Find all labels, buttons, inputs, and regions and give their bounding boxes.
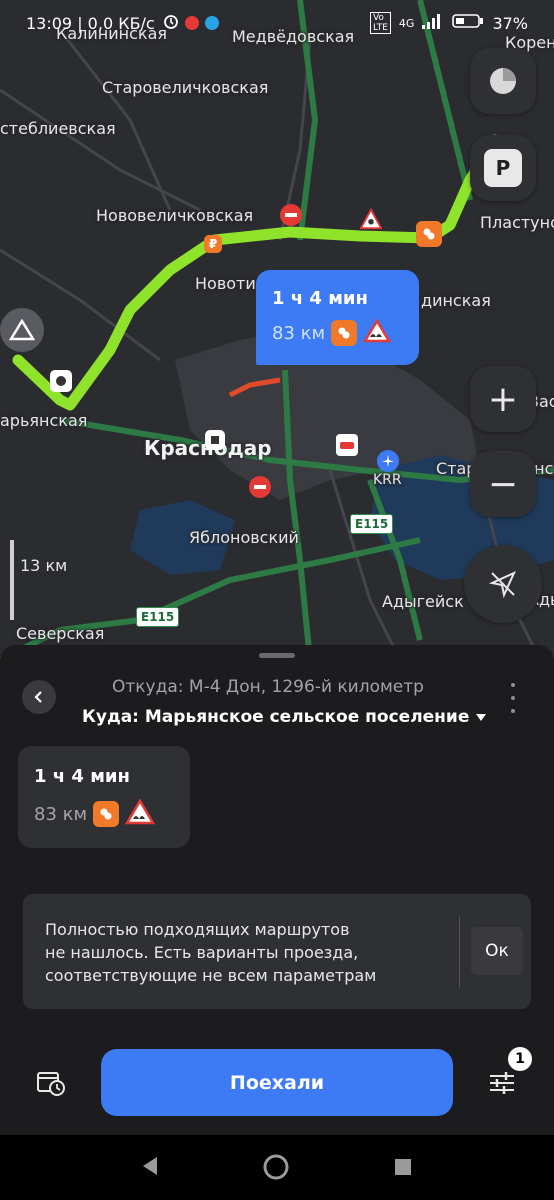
notice-line: Полностью подходящих маршрутов	[45, 920, 350, 939]
status-time: 13:09 | 0,0 КБ/с	[26, 13, 155, 33]
ok-button[interactable]: Ок	[471, 927, 523, 975]
road-bumps-icon	[124, 798, 156, 829]
no-entry-icon[interactable]	[249, 476, 271, 498]
status-bar: 13:09 | 0,0 КБ/с Vo LTE 4G 37%	[0, 0, 554, 46]
route-card-time: 1 ч 4 мин	[34, 766, 130, 787]
map-scale-label: 13 км	[20, 556, 68, 575]
network-type: 4G	[398, 16, 415, 30]
battery-percent: 37%	[492, 13, 528, 33]
system-nav-bar	[0, 1135, 554, 1200]
app-notification-icon	[184, 16, 199, 30]
route-from[interactable]: Откуда: М-4 Дон, 1296-й километр	[112, 677, 424, 697]
plus-icon: +	[487, 378, 519, 420]
map-scale-bar	[10, 540, 14, 620]
map-view[interactable]: Калининская Медвёдовская Старовеличковск…	[0, 0, 554, 660]
more-dot-icon	[511, 696, 515, 700]
notice-text: Полностью подходящих маршрутов не нашлос…	[45, 918, 465, 987]
sliders-icon	[490, 1072, 514, 1094]
camera-icon[interactable]	[50, 370, 72, 392]
calendar-clock-icon	[37, 1072, 65, 1096]
back-nav-icon[interactable]	[140, 1155, 160, 1181]
chevron-down-icon	[476, 714, 487, 721]
zoom-out-button[interactable]: −	[470, 451, 536, 517]
airport-icon[interactable]	[377, 450, 399, 472]
place-steblievskaya: стеблиевская	[0, 119, 116, 138]
telegram-icon	[204, 16, 219, 30]
accident-icon[interactable]	[336, 434, 358, 456]
place-novovelichkovskaya: Нововеличковская	[96, 206, 254, 225]
settings-count-badge: 1	[508, 1047, 532, 1071]
route-hazard-icon[interactable]	[416, 221, 442, 247]
layers-icon	[490, 68, 516, 94]
route-to-field[interactable]: Куда: Марьянское сельское поселение	[82, 707, 487, 727]
more-options-button[interactable]	[508, 683, 518, 713]
place-severskaya: Северская	[16, 624, 105, 643]
place-maryanskaya: арьянская	[0, 411, 88, 430]
recents-nav-icon[interactable]	[394, 1158, 412, 1180]
traffic-lights-icon	[331, 320, 358, 346]
no-entry-icon[interactable]	[280, 204, 302, 226]
gas-station-icon[interactable]	[205, 430, 225, 450]
route-card-distance: 83 км	[34, 803, 88, 825]
route-bubble[interactable]: 1 ч 4 мин 83 км	[256, 270, 419, 365]
place-adygeysk: Адыгейск	[382, 592, 464, 611]
place-novoti: Новоти	[195, 274, 256, 293]
place-yablonovsky: Яблоновский	[189, 528, 299, 547]
place-dinskaya: динская	[421, 291, 491, 310]
departure-time-button[interactable]	[36, 1069, 66, 1101]
parking-button[interactable]: P	[470, 135, 536, 201]
location-off-icon	[488, 570, 517, 599]
toll-icon[interactable]: ₽	[204, 235, 222, 253]
chevron-left-icon	[34, 691, 42, 703]
traffic-lights-icon	[93, 801, 120, 827]
no-matching-routes-notice: Полностью подходящих маршрутов не нашлос…	[23, 894, 531, 1009]
road-label-e115: E115	[350, 514, 394, 534]
notice-divider	[459, 916, 460, 988]
place-krr: KRR	[373, 472, 402, 488]
route-bubble-distance: 83 км	[272, 322, 326, 344]
layers-button[interactable]	[470, 48, 536, 114]
route-to: Куда: Марьянское сельское поселение	[82, 707, 470, 727]
battery-icon	[452, 13, 484, 33]
location-button[interactable]	[464, 545, 542, 623]
minus-icon: −	[487, 463, 519, 505]
signal-icon	[422, 13, 444, 33]
go-button[interactable]: Поехали	[101, 1049, 453, 1116]
warning-marker-icon[interactable]	[0, 308, 44, 352]
place-plastuno: Пластуно	[480, 213, 554, 232]
back-button[interactable]	[22, 680, 56, 714]
route-bubble-time: 1 ч 4 мин	[272, 288, 368, 309]
home-nav-icon[interactable]	[263, 1154, 289, 1184]
volte-icon: Vo LTE	[369, 12, 391, 34]
more-dot-icon	[511, 709, 515, 713]
notice-line: не нашлось. Есть варианты проезда,	[45, 943, 359, 962]
road-label-e115: E115	[136, 607, 180, 627]
route-option-card[interactable]: 1 ч 4 мин 83 км	[18, 746, 190, 848]
route-sheet: Откуда: М-4 Дон, 1296-й километр Куда: М…	[0, 645, 554, 1135]
route-settings-button[interactable]	[487, 1069, 517, 1101]
road-bumps-icon	[362, 318, 392, 347]
alarm-icon	[163, 13, 179, 33]
zoom-in-button[interactable]: +	[470, 366, 536, 432]
place-starovelichkovskaya: Старовеличковская	[102, 78, 269, 97]
sheet-handle[interactable]	[259, 653, 295, 658]
parking-icon: P	[484, 149, 522, 187]
roadworks-icon[interactable]	[360, 208, 382, 230]
more-dot-icon	[511, 683, 515, 687]
notice-line: соответствующие не всем параметрам	[45, 966, 377, 985]
